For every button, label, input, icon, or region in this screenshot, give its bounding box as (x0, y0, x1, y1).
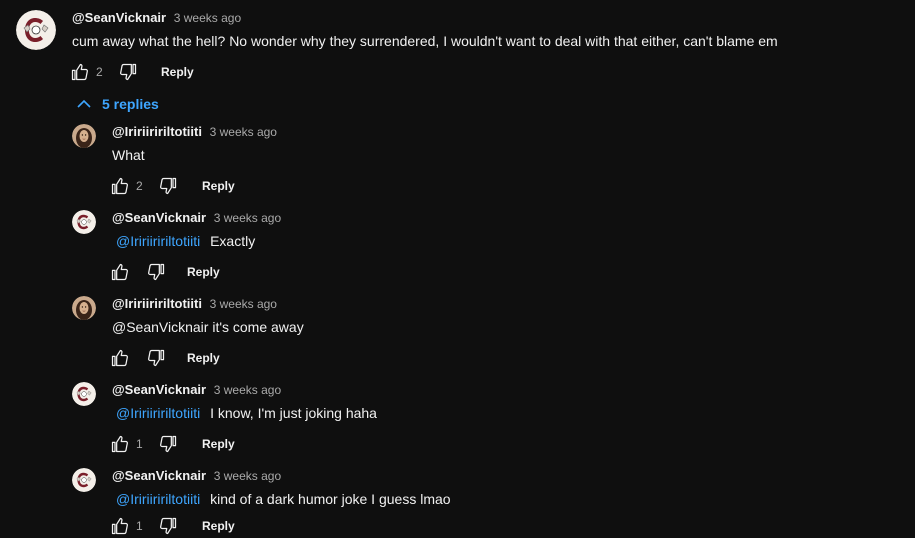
avatar[interactable] (16, 10, 56, 50)
iri-avatar-icon (72, 124, 96, 148)
dislike-button[interactable] (156, 174, 180, 198)
comment-header: @SeanVicknair 3 weeks ago (72, 10, 241, 26)
thumbs-up-icon (110, 262, 130, 282)
sean-avatar-icon (72, 468, 96, 492)
dislike-button[interactable] (156, 514, 180, 538)
author-name[interactable]: @SeanVicknair (112, 468, 206, 483)
thumbs-down-icon (158, 516, 178, 536)
author-name[interactable]: @Iririiririltotiiti (112, 296, 202, 311)
dislike-button[interactable] (144, 346, 168, 370)
reply-text: @Iririiririltotiiti I know, I'm just jok… (116, 403, 377, 423)
reply-actions: 1 Reply (108, 432, 235, 456)
mention-link[interactable]: @Iririiririltotiiti (116, 405, 200, 421)
reply-body: Exactly (210, 233, 256, 249)
reply-button[interactable]: Reply (161, 61, 194, 83)
like-count: 1 (136, 519, 143, 533)
sean-avatar-icon (72, 210, 96, 234)
like-button[interactable] (68, 60, 92, 84)
thumbs-up-icon (110, 348, 130, 368)
reply-header: @SeanVicknair 3 weeks ago (112, 382, 281, 398)
reply-header: @Iririiririltotiiti 3 weeks ago (112, 124, 277, 140)
dislike-button[interactable] (144, 260, 168, 284)
thumbs-up-icon (110, 516, 130, 536)
author-name[interactable]: @SeanVicknair (112, 210, 206, 225)
reply-actions: 2 Reply (108, 174, 235, 198)
comment-text: cum away what the hell? No wonder why th… (72, 33, 778, 49)
thumbs-down-icon (158, 176, 178, 196)
like-count: 2 (136, 179, 143, 193)
reply-button[interactable]: Reply (187, 261, 220, 283)
reply-body: kind of a dark humor joke I guess lmao (210, 491, 451, 507)
thumbs-up-icon (110, 176, 130, 196)
thumbs-up-icon (110, 434, 130, 454)
reply-button[interactable]: Reply (202, 175, 235, 197)
chevron-up-icon (77, 99, 91, 108)
like-button[interactable] (108, 514, 132, 538)
thumbs-down-icon (146, 262, 166, 282)
reply-time[interactable]: 3 weeks ago (214, 383, 281, 397)
comment-actions: 2 Reply (68, 60, 194, 84)
avatar[interactable] (72, 210, 96, 234)
replies-toggle-button[interactable]: 5 replies (76, 96, 159, 112)
thumbs-down-icon (146, 348, 166, 368)
reply-text: What (112, 145, 145, 165)
reply-header: @SeanVicknair 3 weeks ago (112, 210, 281, 226)
reply-button[interactable]: Reply (202, 433, 235, 455)
sean-avatar-icon (72, 382, 96, 406)
avatar[interactable] (72, 468, 96, 492)
author-name[interactable]: @SeanVicknair (112, 382, 206, 397)
reply-header: @SeanVicknair 3 weeks ago (112, 468, 281, 484)
thumbs-down-icon (158, 434, 178, 454)
author-name[interactable]: @SeanVicknair (72, 10, 166, 25)
reply-time[interactable]: 3 weeks ago (214, 211, 281, 225)
like-count: 2 (96, 65, 103, 79)
reply-button[interactable]: Reply (202, 515, 235, 537)
reply-text: @SeanVicknair it's come away (112, 317, 304, 337)
comment-time[interactable]: 3 weeks ago (174, 11, 241, 25)
reply-header: @Iririiririltotiiti 3 weeks ago (112, 296, 277, 312)
reply-actions: Reply (108, 346, 220, 370)
mention-link[interactable]: @Iririiririltotiiti (116, 491, 200, 507)
reply-body: I know, I'm just joking haha (210, 405, 377, 421)
reply-body: What (112, 147, 145, 163)
reply-body: @SeanVicknair it's come away (112, 319, 304, 335)
like-button[interactable] (108, 174, 132, 198)
thumbs-down-icon (118, 62, 138, 82)
reply-button[interactable]: Reply (187, 347, 220, 369)
iri-avatar-icon (72, 296, 96, 320)
reply-time[interactable]: 3 weeks ago (214, 469, 281, 483)
sean-avatar-icon (16, 10, 56, 50)
like-count: 1 (136, 437, 143, 451)
reply-text: @Iririiririltotiiti kind of a dark humor… (116, 489, 451, 509)
author-name[interactable]: @Iririiririltotiiti (112, 124, 202, 139)
avatar[interactable] (72, 296, 96, 320)
mention-link[interactable]: @Iririiririltotiiti (116, 233, 200, 249)
thumbs-up-icon (70, 62, 90, 82)
comment-thread: @SeanVicknair 3 weeks ago cum away what … (0, 0, 915, 538)
like-button[interactable] (108, 432, 132, 456)
reply-actions: Reply (108, 260, 220, 284)
like-button[interactable] (108, 346, 132, 370)
reply-text: @Iririiririltotiiti Exactly (116, 231, 255, 251)
replies-toggle-label: 5 replies (102, 96, 159, 112)
reply-actions: 1 Reply (108, 514, 235, 538)
avatar[interactable] (72, 382, 96, 406)
reply-time[interactable]: 3 weeks ago (210, 297, 277, 311)
like-button[interactable] (108, 260, 132, 284)
avatar[interactable] (72, 124, 96, 148)
dislike-button[interactable] (156, 432, 180, 456)
reply-time[interactable]: 3 weeks ago (210, 125, 277, 139)
dislike-button[interactable] (116, 60, 140, 84)
